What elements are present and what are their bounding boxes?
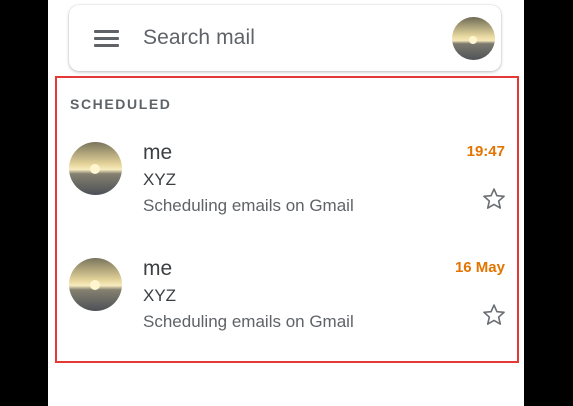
section-label-scheduled: SCHEDULED — [70, 96, 172, 112]
email-time: 19:47 — [466, 143, 505, 160]
email-subject: XYZ — [143, 286, 177, 305]
list-bottom-area — [48, 366, 524, 406]
email-time: 16 May — [454, 259, 505, 276]
email-subject: XYZ — [143, 170, 177, 189]
search-bar[interactable]: Search mail — [69, 5, 501, 71]
email-row[interactable]: me XYZ Scheduling emails on Gmail 16 May — [56, 256, 518, 366]
star-icon[interactable] — [481, 186, 507, 212]
sender-avatar[interactable] — [69, 142, 122, 195]
account-avatar[interactable] — [452, 17, 495, 60]
email-row[interactable]: me XYZ Scheduling emails on Gmail 19:47 — [56, 140, 518, 250]
email-snippet: Scheduling emails on Gmail — [143, 196, 354, 215]
email-sender: me — [143, 141, 173, 164]
search-placeholder[interactable]: Search mail — [143, 26, 255, 50]
hamburger-menu-icon[interactable] — [94, 28, 119, 48]
gmail-screen: Search mail SCHEDULED me XYZ Scheduling … — [48, 0, 524, 406]
email-snippet: Scheduling emails on Gmail — [143, 312, 354, 331]
email-sender: me — [143, 257, 173, 280]
sender-avatar[interactable] — [69, 258, 122, 311]
star-icon[interactable] — [481, 302, 507, 328]
